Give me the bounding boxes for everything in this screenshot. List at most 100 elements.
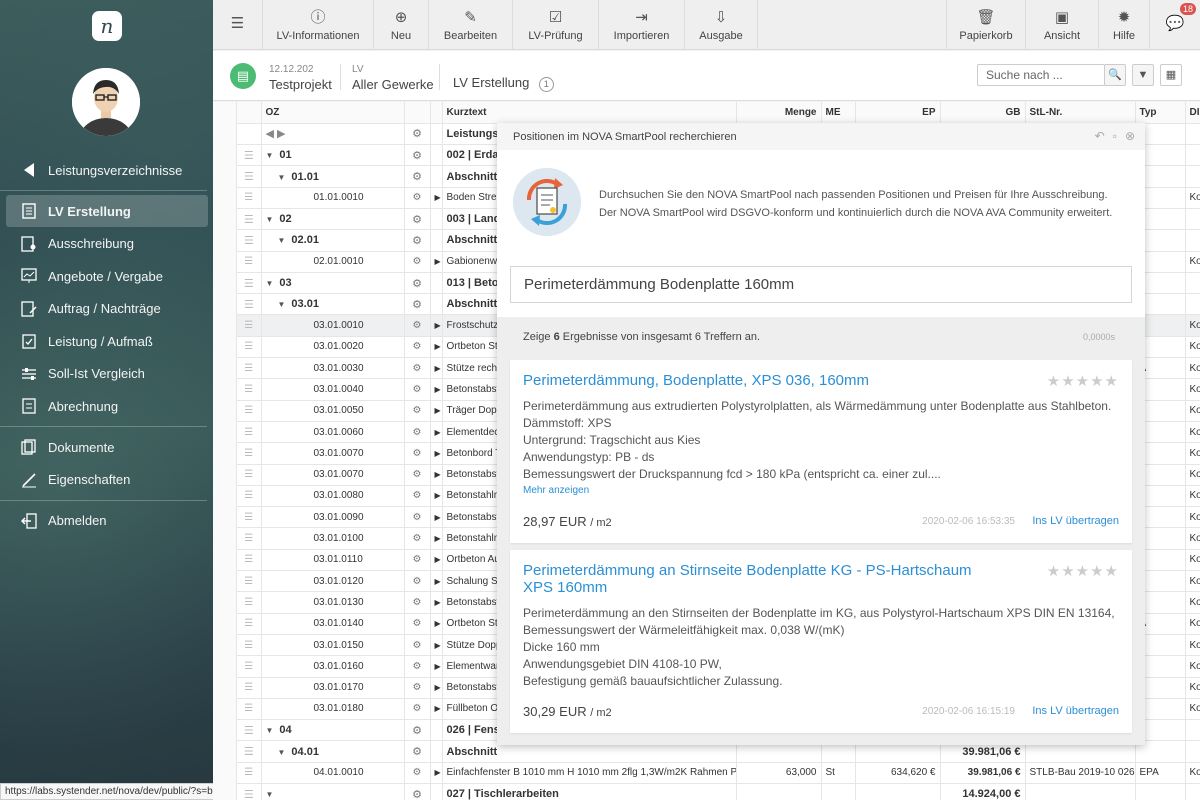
row-expand[interactable]: ▶ (430, 549, 443, 572)
row-expand[interactable]: ▶ (430, 251, 443, 273)
drag-handle[interactable]: ☰ (237, 591, 262, 614)
caret-down-icon[interactable]: ▼ (266, 790, 274, 799)
drag-handle[interactable]: ☰ (237, 655, 262, 678)
drag-handle[interactable]: ☰ (237, 144, 262, 167)
row-expand[interactable] (430, 293, 443, 316)
row-expand[interactable]: ▶ (430, 634, 443, 657)
drag-handle[interactable]: ☰ (237, 549, 262, 572)
row-oz[interactable]: ▼ 02.01 (261, 229, 405, 252)
row-settings-icon[interactable]: ⚙ (404, 613, 431, 635)
drag-handle[interactable]: ☰ (237, 293, 262, 316)
drag-handle[interactable]: ☰ (237, 400, 262, 422)
row-settings-icon[interactable]: ⚙ (404, 485, 431, 508)
caret-right-icon[interactable]: ▶ (435, 342, 441, 351)
row-settings-icon[interactable]: ⚙ (404, 527, 431, 550)
drag-handle[interactable]: ☰ (237, 464, 262, 486)
result-card[interactable]: Perimeterdämmung, Bodenplatte, XPS 036, … (510, 360, 1132, 543)
row-settings-icon[interactable]: ⚙ (404, 719, 431, 742)
caret-right-icon[interactable]: ▶ (435, 364, 441, 373)
caret-right-icon[interactable]: ▶ (435, 428, 441, 437)
caret-right-icon[interactable]: ▶ (435, 193, 441, 202)
row-expand[interactable] (430, 719, 443, 742)
drag-handle[interactable]: ☰ (237, 783, 262, 800)
app-logo[interactable]: n (92, 11, 122, 41)
row-expand[interactable]: ▶ (430, 400, 443, 422)
table-row[interactable]: ☰ 04.01.0010 ⚙ ▶ Einfachfenster B 1010 mm H … (237, 762, 1200, 785)
caret-down-icon[interactable]: ▼ (278, 173, 286, 182)
sidebar-item-ausschreibung[interactable]: Ausschreibung (6, 228, 208, 260)
drag-handle[interactable]: ☰ (237, 634, 262, 657)
col-oz[interactable]: OZ (261, 102, 405, 124)
drag-handle[interactable]: ☰ (237, 485, 262, 508)
caret-right-icon[interactable]: ▶ (435, 704, 441, 713)
drag-handle[interactable]: ☰ (237, 187, 262, 209)
col-kurztext[interactable]: Kurztext (442, 102, 737, 124)
row-settings-icon[interactable]: ⚙ (404, 144, 431, 167)
caret-down-icon[interactable]: ▼ (266, 726, 274, 735)
row-expand[interactable]: ▶ (430, 314, 443, 337)
result-title[interactable]: Perimeterdämmung an Stirnseite Bodenplat… (523, 562, 1003, 596)
caret-right-icon[interactable]: ▶ (435, 321, 441, 330)
drag-handle[interactable]: ☰ (237, 698, 262, 721)
caret-down-icon[interactable]: ▼ (266, 151, 274, 160)
caret-down-icon[interactable]: ▼ (278, 300, 286, 309)
row-expand[interactable]: ▶ (430, 570, 443, 593)
row-settings-icon[interactable]: ⚙ (404, 357, 431, 380)
importieren-button[interactable]: ⇥ Importieren (599, 0, 685, 50)
row-oz[interactable]: ▼ (261, 783, 405, 800)
row-expand[interactable]: ▶ (430, 506, 443, 529)
row-settings-icon[interactable]: ⚙ (404, 123, 431, 146)
row-settings-icon[interactable]: ⚙ (404, 378, 431, 401)
breadcrumb-project[interactable]: 12.12.202 Testprojekt (269, 64, 332, 92)
grid-view-button[interactable]: ▦ (1160, 64, 1182, 86)
next-icon[interactable]: ▶ (277, 128, 285, 140)
row-expand[interactable] (430, 165, 443, 188)
row-settings-icon[interactable]: ⚙ (404, 698, 431, 721)
drag-handle[interactable] (237, 123, 262, 146)
ausgabe-button[interactable]: ⇩ Ausgabe (685, 0, 758, 50)
row-oz[interactable]: ▼ 01 (261, 144, 405, 167)
chat-button[interactable]: 💬 18 (1150, 0, 1200, 50)
drag-handle[interactable]: ☰ (237, 251, 262, 273)
row-settings-icon[interactable]: ⚙ (404, 229, 431, 252)
row-settings-icon[interactable]: ⚙ (404, 421, 431, 444)
row-kurztext[interactable]: 027 | Tischlerarbeiten (442, 783, 737, 800)
caret-right-icon[interactable]: ▶ (435, 662, 441, 671)
table-row[interactable]: ☰ ▼ ⚙ 027 | Tischlerarbeiten 14.924,00 € (237, 783, 1200, 800)
result-title[interactable]: Perimeterdämmung, Bodenplatte, XPS 036, … (523, 372, 1003, 389)
row-settings-icon[interactable]: ⚙ (404, 314, 431, 337)
menu-toggle-button[interactable]: ☰ (213, 0, 263, 50)
neu-button[interactable]: ⊕ Neu (374, 0, 429, 50)
lv-informationen-button[interactable]: ⓘ LV-Informationen (263, 0, 374, 50)
ansicht-button[interactable]: ▣ Ansicht (1026, 0, 1099, 50)
result-card[interactable]: Perimeterdämmung an Stirnseite Bodenplat… (510, 550, 1132, 733)
row-settings-icon[interactable]: ⚙ (404, 783, 431, 800)
row-settings-icon[interactable]: ⚙ (404, 740, 431, 763)
bearbeiten-button[interactable]: ✎ Bearbeiten (429, 0, 513, 50)
caret-right-icon[interactable]: ▶ (435, 555, 441, 564)
smartpool-search-input[interactable]: Perimeterdämmung Bodenplatte 160mm (510, 266, 1132, 303)
caret-right-icon[interactable]: ▶ (435, 598, 441, 607)
caret-down-icon[interactable]: ▼ (278, 236, 286, 245)
lv-pruefung-button[interactable]: ☑ LV-Prüfung (513, 0, 599, 50)
row-expand[interactable]: ▶ (430, 357, 443, 380)
drag-handle[interactable]: ☰ (237, 336, 262, 359)
transfer-to-lv-link[interactable]: Ins LV übertragen (1032, 705, 1119, 717)
papierkorb-button[interactable]: 🗑 Papierkorb (946, 0, 1026, 50)
row-expand[interactable] (430, 272, 443, 295)
sidebar-item-leistung[interactable]: Leistung / Aufmaß (6, 325, 208, 357)
drag-handle[interactable]: ☰ (237, 421, 262, 444)
drag-handle[interactable]: ☰ (237, 378, 262, 401)
row-settings-icon[interactable]: ⚙ (404, 677, 431, 699)
caret-right-icon[interactable]: ▶ (435, 406, 441, 415)
row-expand[interactable]: ▶ (430, 378, 443, 401)
sidebar-item-leistungsverzeichnisse[interactable]: Leistungsverzeichnisse (6, 154, 208, 186)
row-oz[interactable]: ▼ 02 (261, 208, 405, 231)
caret-right-icon[interactable]: ▶ (435, 577, 441, 586)
row-expand[interactable] (430, 229, 443, 252)
caret-right-icon[interactable]: ▶ (435, 491, 441, 500)
row-oz[interactable]: ▼ 04 (261, 719, 405, 742)
hilfe-button[interactable]: ✹ Hilfe (1099, 0, 1150, 50)
info-circle-icon[interactable]: 1 (538, 77, 554, 92)
row-expand[interactable]: ▶ (430, 655, 443, 678)
